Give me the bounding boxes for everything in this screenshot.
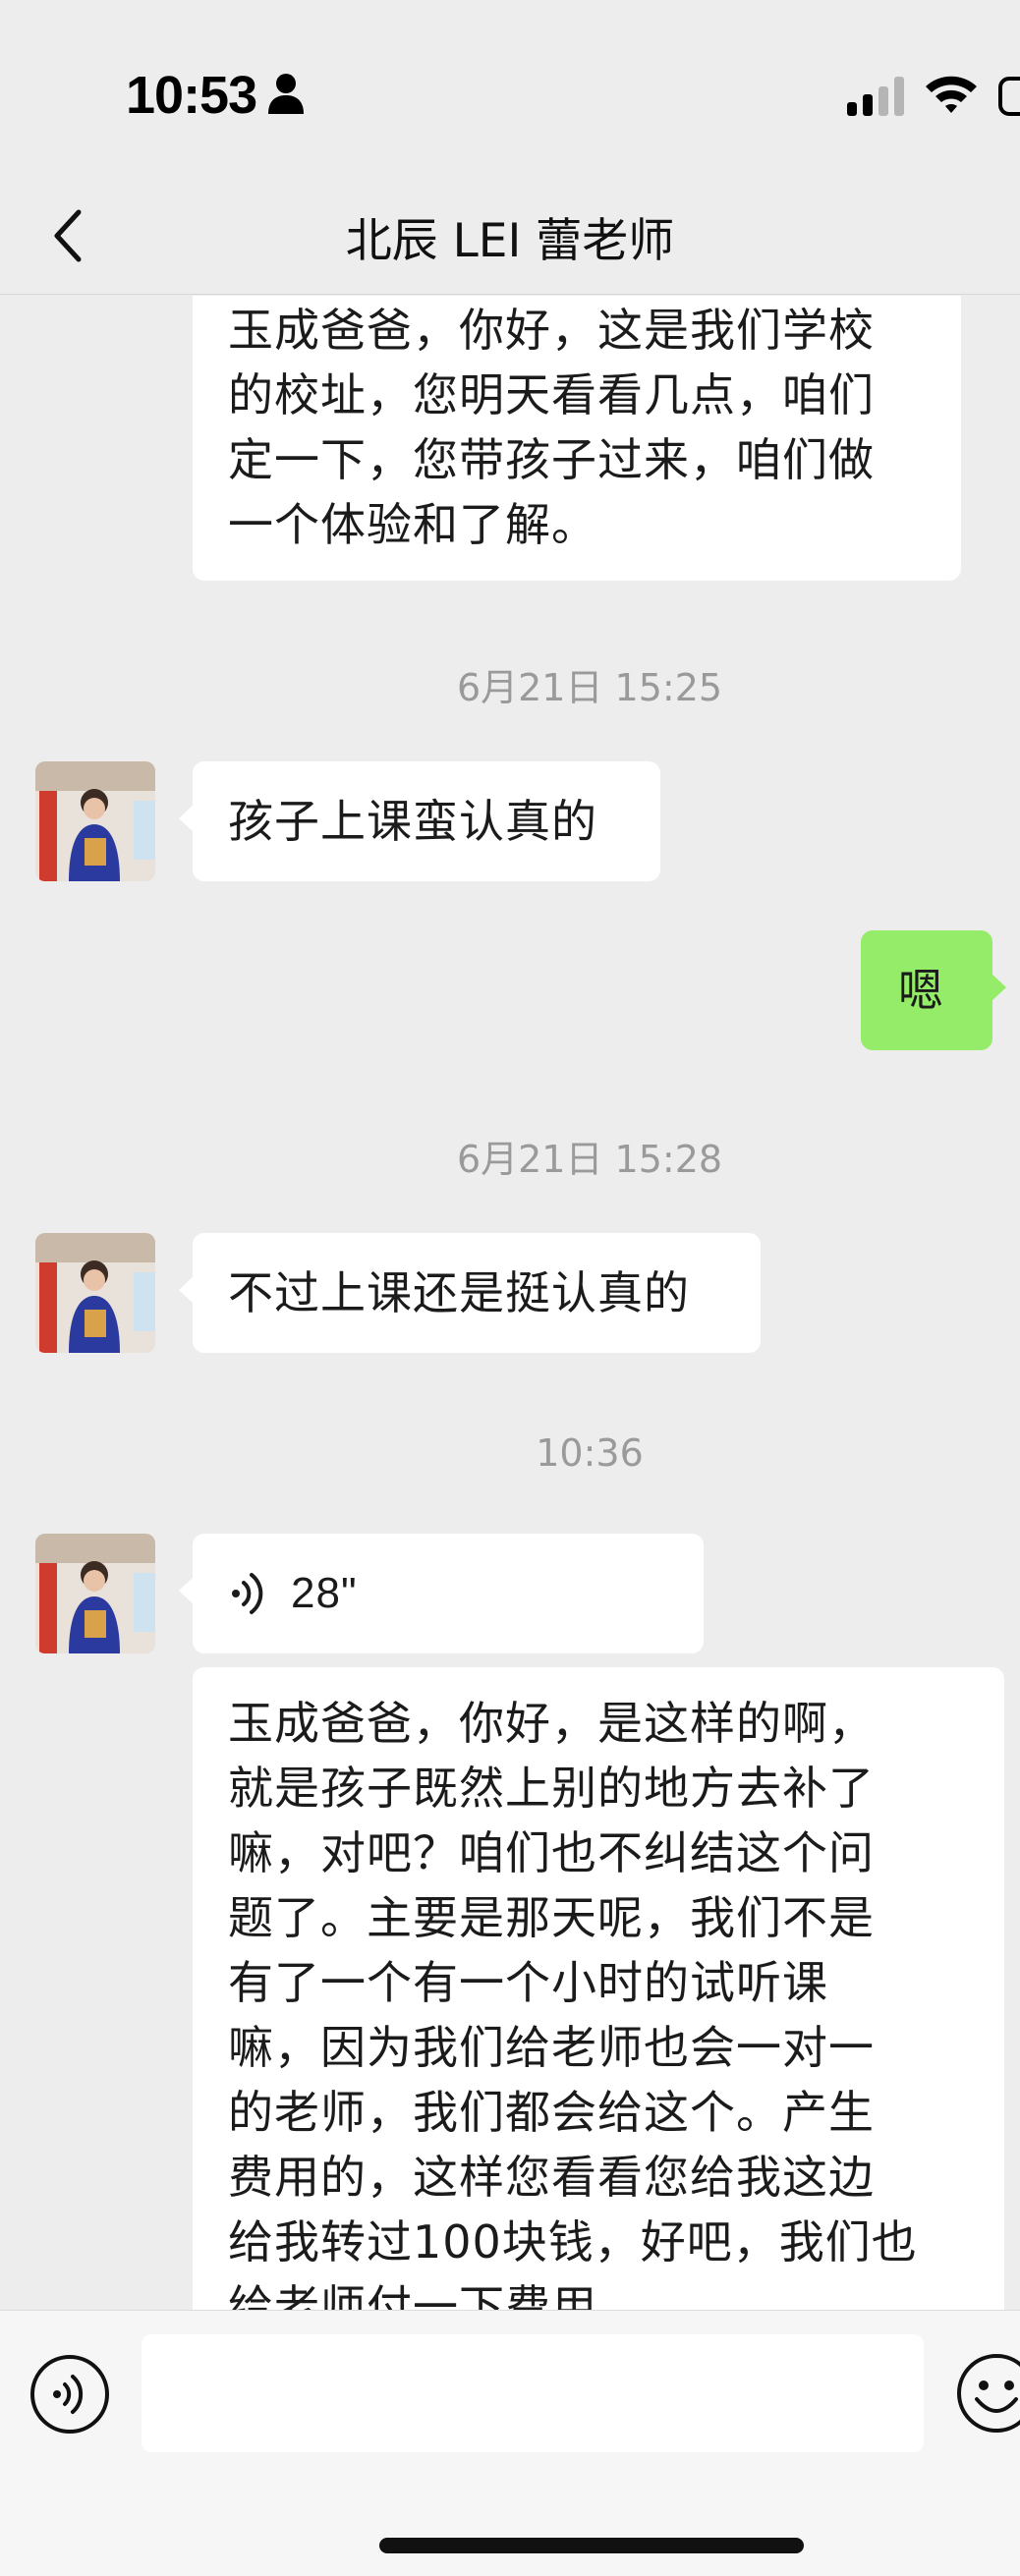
- message-line: 给我转过100块钱，好吧，我们也: [228, 2215, 918, 2268]
- message-line: 题了。主要是那天呢，我们不是: [228, 1891, 875, 1944]
- message-line: 一个体验和了解。: [228, 498, 597, 551]
- clock-time: 10:53: [126, 66, 257, 125]
- home-indicator[interactable]: [379, 2538, 804, 2553]
- message-line: 玉成爸爸，你好，是这样的啊，: [228, 1697, 875, 1750]
- message-timestamp: 6月21日 15:28: [456, 1138, 723, 1181]
- message-line: 有了一个有一个小时的试听课: [228, 1956, 828, 2009]
- message-line: 嘛，因为我们给老师也会一对一: [228, 2021, 875, 2074]
- status-bar: 10:53: [0, 0, 1020, 187]
- message-bubble[interactable]: 孩子上课蛮认真的: [179, 761, 660, 881]
- message-line: 嗯: [898, 964, 944, 1017]
- contact-avatar[interactable]: [35, 1534, 155, 1653]
- message-list[interactable]: 玉成爸爸，你好，这是我们学校 的校址，您明天看看几点，咱们 定一下，您带孩子过来…: [0, 296, 1020, 2310]
- my-message-bubble[interactable]: 嗯: [861, 930, 1006, 1050]
- message-bubble[interactable]: 玉成爸爸，你好，是这样的啊， 就是孩子既然上别的地方去补了 嘛，对吧？咱们也不纠…: [193, 1667, 1004, 2310]
- emoji-icon: [957, 2354, 1020, 2433]
- message-timestamp: 10:36: [536, 1431, 644, 1475]
- message-line: 就是孩子既然上别的地方去补了: [228, 1762, 875, 1815]
- message-line: 费用的，这样您看看您给我这边: [228, 2151, 875, 2204]
- message-line: 的老师，我们都会给这个。产生: [228, 2086, 875, 2139]
- battery-icon: [998, 77, 1020, 116]
- message-line: 的校址，您明天看看几点，咱们: [228, 368, 875, 421]
- message-line: 孩子上课蛮认真的: [228, 795, 597, 848]
- wifi-icon: [926, 76, 977, 113]
- contact-avatar[interactable]: [35, 761, 155, 881]
- chat-title: 北辰 LEI 蕾老师: [345, 214, 675, 268]
- voice-duration: 28": [291, 1569, 358, 1617]
- voice-message-bubble[interactable]: 28": [179, 1534, 704, 1653]
- voice-wave-icon: [232, 1573, 263, 1614]
- chat-header: 北辰 LEI 蕾老师: [0, 177, 1020, 295]
- voice-mode-icon: [53, 2375, 84, 2414]
- voice-toggle-button[interactable]: [29, 2354, 110, 2435]
- message-line: 嘛，对吧？咱们也不纠结这个问: [228, 1826, 875, 1879]
- cellular-signal-icon: [847, 77, 904, 116]
- message-bubble[interactable]: 不过上课还是挺认真的: [179, 1233, 761, 1353]
- message-input[interactable]: [142, 2334, 924, 2452]
- person-icon: [268, 74, 304, 114]
- message-line: 玉成爸爸，你好，这是我们学校: [228, 304, 875, 357]
- message-bubble[interactable]: 玉成爸爸，你好，这是我们学校 的校址，您明天看看几点，咱们 定一下，您带孩子过来…: [193, 296, 961, 581]
- emoji-button[interactable]: [955, 2352, 1020, 2435]
- message-timestamp: 6月21日 15:25: [456, 666, 723, 709]
- message-line: 定一下，您带孩子过来，咱们做: [228, 433, 875, 486]
- message-line: 不过上课还是挺认真的: [228, 1266, 690, 1319]
- message-line: 给老师付一下费用。: [228, 2280, 644, 2310]
- input-bar: [0, 2310, 1020, 2576]
- contact-avatar[interactable]: [35, 1233, 155, 1353]
